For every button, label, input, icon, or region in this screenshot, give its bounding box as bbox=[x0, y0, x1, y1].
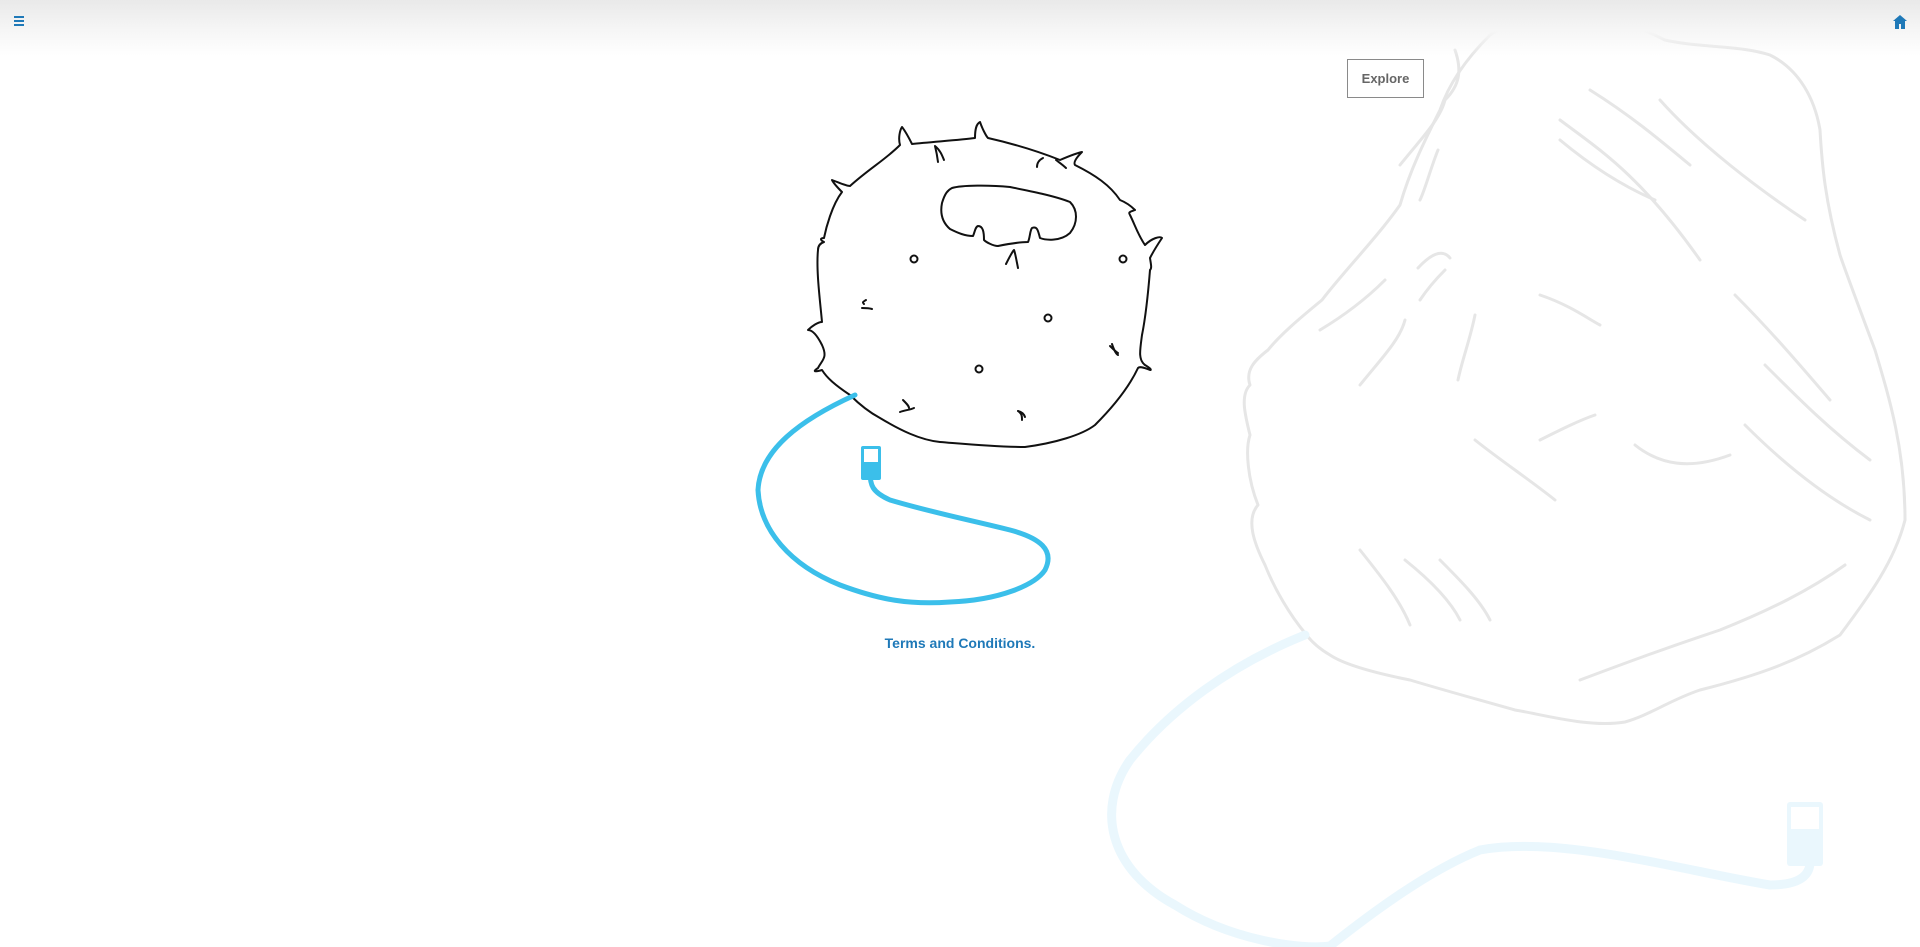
cell-outline bbox=[807, 121, 1163, 448]
explore-button[interactable]: Explore bbox=[1347, 59, 1424, 98]
home-icon bbox=[1893, 15, 1907, 29]
cable bbox=[755, 392, 1051, 606]
terms-and-conditions-link[interactable]: Terms and Conditions. bbox=[860, 635, 1060, 651]
home-button[interactable] bbox=[1891, 13, 1909, 31]
menu-button[interactable] bbox=[12, 13, 28, 29]
hamburger-menu-icon bbox=[14, 16, 24, 26]
main-illustration bbox=[755, 121, 1163, 606]
page: Explore Terms and Conditions. bbox=[0, 0, 1920, 947]
top-bar bbox=[0, 0, 1920, 56]
cell-nucleus bbox=[940, 184, 1077, 247]
